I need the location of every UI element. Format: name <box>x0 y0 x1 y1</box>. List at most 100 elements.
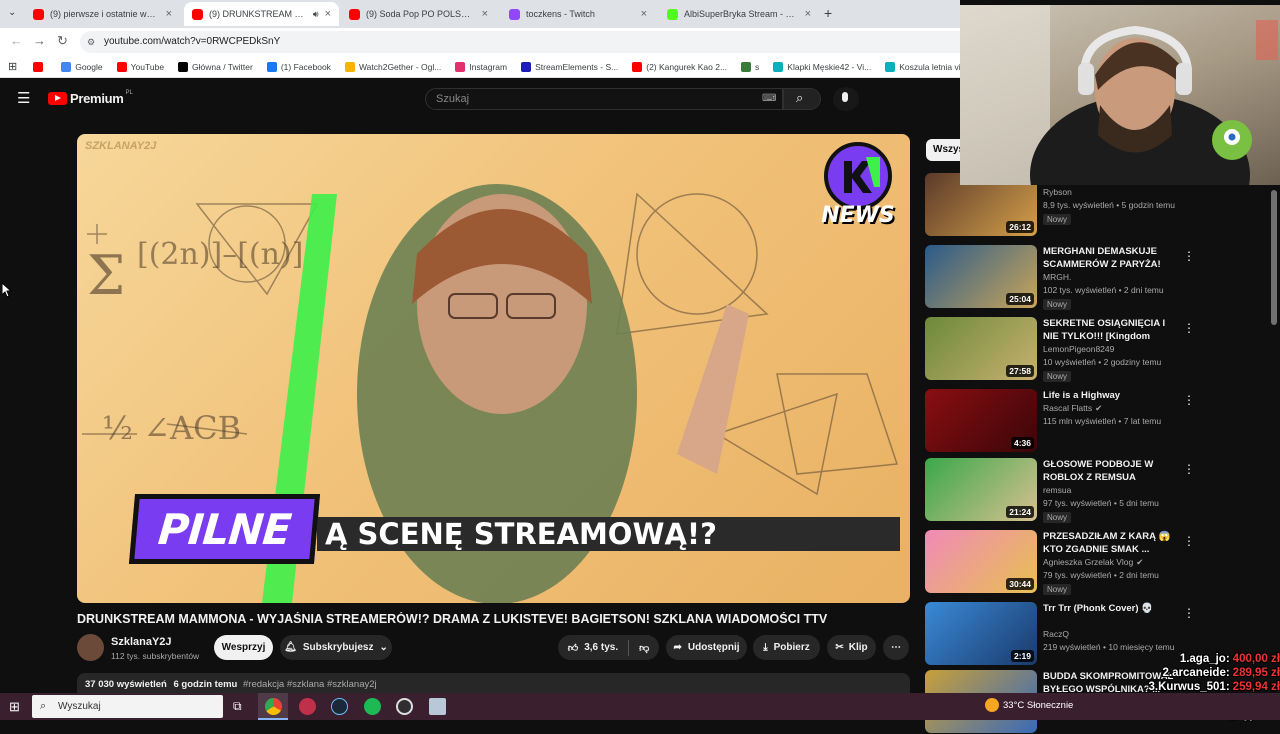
weather-text[interactable]: 33°C Słonecznie <box>1003 700 1073 711</box>
reload-button[interactable]: ↻ <box>57 33 68 49</box>
channel-name[interactable]: SzklanaY2J <box>111 636 172 648</box>
download-button[interactable]: ⤓ Pobierz <box>753 635 820 660</box>
recommendation-meta: 115 mln wyświetleń • 7 lat temu <box>1043 416 1162 426</box>
more-vertical-icon[interactable]: ⋮ <box>1183 393 1195 407</box>
bookmark-item[interactable]: Klapki Męskie42 - Vi... <box>773 61 871 72</box>
recommendation-item[interactable]: 30:44 PRZESADZIŁAM Z KARĄ 😱 KTO ZGADNIE S… <box>925 530 1195 595</box>
video-player[interactable]: Σ [(2n)]–[(n)] ½ ∠ACB SZKLANAY2J NEWS Ą … <box>77 134 910 603</box>
bookmark-item[interactable]: YouTube <box>116 61 164 72</box>
recommendation-thumbnail[interactable]: 27:58 <box>925 317 1037 380</box>
more-vertical-icon[interactable]: ⋮ <box>1183 606 1195 620</box>
site-info-icon[interactable]: ⚙ <box>87 31 95 53</box>
tab-close-icon[interactable]: × <box>166 8 172 20</box>
tab-list-dropdown-icon[interactable]: ⌄ <box>8 7 16 18</box>
menu-icon[interactable]: ☰ <box>17 89 30 107</box>
like-button[interactable]: 👍︎ 3,6 tys. 👎︎ <box>558 635 659 660</box>
recommendation-thumbnail[interactable]: 21:24 <box>925 458 1037 521</box>
tab-close-icon[interactable]: × <box>641 8 647 20</box>
clip-button[interactable]: ✂ Klip <box>827 635 876 660</box>
recommendation-title[interactable]: Life is a Highway <box>1043 389 1175 402</box>
bookmark-item[interactable]: Google <box>61 61 103 72</box>
recommendation-item[interactable]: 4:36 Life is a Highway Rascal Flatts ✔ 115 m… <box>925 389 1195 453</box>
recommendation-thumbnail[interactable]: 30:44 <box>925 530 1037 593</box>
bookmark-favicon-icon <box>455 61 466 72</box>
windows-start-icon[interactable]: ⊞ <box>9 699 20 715</box>
more-vertical-icon[interactable]: ⋮ <box>1183 534 1195 548</box>
download-icon: ⤓ <box>763 642 768 653</box>
channel-avatar[interactable] <box>77 634 104 661</box>
recommendation-channel[interactable]: Agnieszka Grzelak Vlog ✔ <box>1043 557 1143 568</box>
recommendation-title[interactable]: GŁOSOWE PODBOJE W ROBLOX Z REMSUA <box>1043 458 1175 484</box>
browser-tab[interactable]: (9) DRUNKSTREAM MAMMONA 🔊︎ × <box>184 2 339 26</box>
video-duration: 2:19 <box>1010 650 1034 662</box>
back-button[interactable]: ← <box>10 33 23 48</box>
obs-icon[interactable] <box>396 698 413 715</box>
subscribed-button[interactable]: 🔔︎ Subskrybujesz ⌄ <box>280 635 392 660</box>
sidebar-scrollbar[interactable] <box>1271 190 1277 325</box>
more-vertical-icon[interactable]: ⋮ <box>1183 462 1195 476</box>
app-window-icon[interactable] <box>429 698 446 715</box>
search-placeholder: Szukaj <box>436 93 470 105</box>
share-button[interactable]: ➦ Udostępnij <box>666 635 747 660</box>
tab-close-icon[interactable]: × <box>805 8 811 20</box>
tab-close-icon[interactable]: × <box>482 8 488 20</box>
recommendation-channel[interactable]: LemonPigeon8249 <box>1043 344 1114 354</box>
search-input[interactable]: Szukaj ⌨ <box>425 88 783 110</box>
bookmark-item[interactable]: Koszula letnia vinta... <box>885 61 960 72</box>
recommendation-channel[interactable]: Rascal Flatts ✔ <box>1043 403 1102 414</box>
youtube-header: ☰ Premium PL Szukaj ⌨ ⌕ <box>0 78 960 120</box>
recommendation-title[interactable]: SEKRETNE OSIĄGNIĘCIA I NIE TYLKO!!! [Kin… <box>1043 317 1175 343</box>
hashtags[interactable]: #redakcja #szklana #szklanay2j <box>243 679 377 690</box>
bookmark-item[interactable]: Główna / Twitter <box>178 61 253 72</box>
recommendation-channel[interactable]: RaczQ <box>1043 629 1069 639</box>
new-tab-button[interactable]: + <box>824 5 832 21</box>
recommendation-item[interactable]: 21:24 GŁOSOWE PODBOJE W ROBLOX Z REMSUA re… <box>925 458 1195 523</box>
browser-tab[interactable]: (9) Soda Pop PO POLSKU | KPop × <box>341 2 496 26</box>
youtube-logo[interactable]: Premium PL <box>48 90 133 106</box>
task-view-icon[interactable]: ⧉ <box>233 699 242 714</box>
recommendation-thumbnail[interactable]: 4:36 <box>925 389 1037 452</box>
taskbar-search-placeholder: Wyszukaj <box>58 701 101 712</box>
thumbs-down-icon[interactable]: 👎︎ <box>639 642 649 654</box>
forward-button[interactable]: → <box>33 33 46 48</box>
bookmark-item[interactable] <box>33 61 47 72</box>
bookmark-item[interactable]: Instagram <box>455 61 507 72</box>
browser-tab[interactable]: toczkens - Twitch × <box>501 2 655 26</box>
recommendation-item[interactable]: 25:04 MERGHANI DEMASKUJE SCAMMERÓW Z PARY… <box>925 245 1195 310</box>
more-vertical-icon[interactable]: ⋮ <box>1183 249 1195 263</box>
bookmark-label: (2) Kangurek Kao 2... <box>646 61 728 72</box>
bookmark-item[interactable]: (2) Kangurek Kao 2... <box>632 61 728 72</box>
recommendation-channel[interactable]: MRGH. <box>1043 272 1071 282</box>
recommendation-title[interactable]: Trr Trr (Phonk Cover) 💀 <box>1043 602 1175 615</box>
donation-entry: 2.arcaneide: 289,95 zł <box>1135 666 1280 680</box>
keyboard-icon[interactable]: ⌨ <box>762 89 776 109</box>
more-actions-button[interactable]: ⋯ <box>883 635 909 660</box>
address-bar[interactable]: ⚙ youtube.com/watch?v=0RWCPEDkSnY <box>80 31 960 53</box>
recommendation-title[interactable]: PRZESADZIŁAM Z KARĄ 😱 KTO ZGADNIE SMAK .… <box>1043 530 1175 556</box>
recommendation-channel[interactable]: remsua <box>1043 485 1071 495</box>
recommendation-title[interactable]: MERGHANI DEMASKUJE SCAMMERÓW Z PARYŻA! <box>1043 245 1175 271</box>
download-label: Pobierz <box>773 642 810 653</box>
support-button[interactable]: Wesprzyj <box>214 635 273 660</box>
tab-close-icon[interactable]: × <box>325 8 331 20</box>
taskbar-search-input[interactable]: ⌕ Wyszukaj <box>32 695 223 718</box>
bookmark-item[interactable]: (1) Facebook <box>266 61 331 72</box>
recommendation-channel[interactable]: Rybson <box>1043 187 1072 197</box>
recommendation-thumbnail[interactable]: 2:19 <box>925 602 1037 665</box>
spotify-icon[interactable] <box>364 698 381 715</box>
browser-tab[interactable]: (9) pierwsze i ostatnie wakacje z × <box>25 2 180 26</box>
browser-tab[interactable]: AlbiSuperBryka Stream - Kick D × <box>659 2 819 26</box>
opera-gx-icon[interactable] <box>299 698 316 715</box>
recommendation-item[interactable]: 27:58 SEKRETNE OSIĄGNIĘCIA I NIE TYLKO!!!… <box>925 317 1195 382</box>
search-button[interactable]: ⌕ <box>783 88 821 110</box>
bookmark-item[interactable]: StreamElements - S... <box>521 61 618 72</box>
voice-search-button[interactable] <box>833 87 859 111</box>
bookmark-item[interactable]: Watch2Gether - Ogl... <box>344 61 441 72</box>
recommendation-thumbnail[interactable]: 25:04 <box>925 245 1037 308</box>
steam-icon[interactable] <box>331 698 348 715</box>
audio-playing-icon[interactable]: 🔊︎ <box>313 9 319 20</box>
more-vertical-icon[interactable]: ⋮ <box>1183 321 1195 335</box>
apps-grid-icon[interactable]: ⊞ <box>8 60 17 73</box>
bookmark-item[interactable]: s <box>741 61 759 72</box>
chrome-icon[interactable] <box>265 698 282 715</box>
